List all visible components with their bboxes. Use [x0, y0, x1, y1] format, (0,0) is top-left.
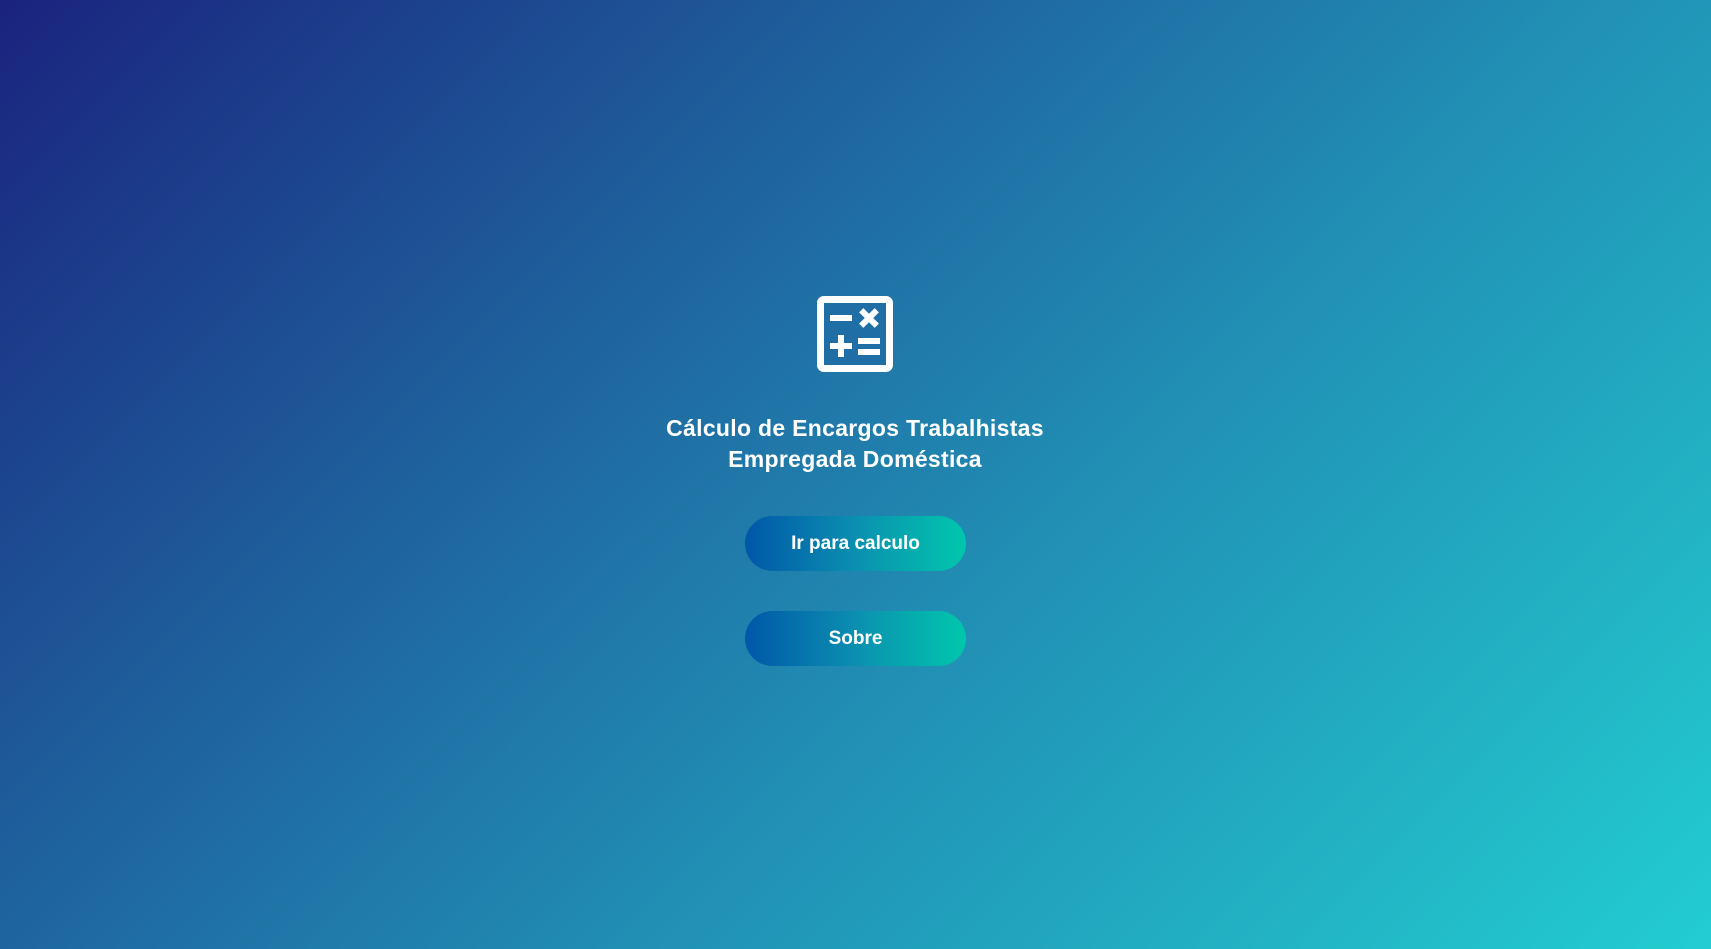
calculator-icon: [817, 296, 893, 372]
title-line-1: Cálculo de Encargos Trabalhistas: [666, 415, 1044, 441]
about-button[interactable]: Sobre: [745, 611, 966, 666]
page-title: Cálculo de Encargos Trabalhistas Emprega…: [555, 413, 1155, 475]
home-screen: Cálculo de Encargos Trabalhistas Emprega…: [0, 0, 1711, 949]
title-line-2: Empregada Doméstica: [728, 446, 982, 472]
go-to-calculation-button[interactable]: Ir para calculo: [745, 516, 966, 571]
